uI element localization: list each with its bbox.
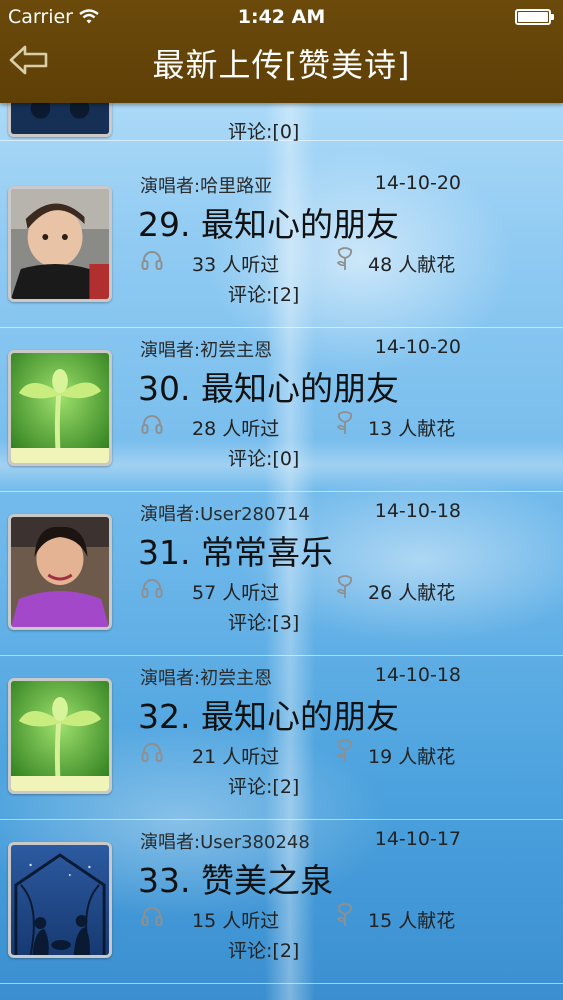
song-title[interactable]: 29. 最知心的朋友 [138,198,399,246]
song-title[interactable]: 33. 赞美之泉 [138,854,333,902]
headphones-icon [141,579,163,598]
list-item[interactable]: 演唱者:初尝主恩 14-10-20 30. 最知心的朋友 28 人听过 13 人… [0,328,563,492]
singer-name: 演唱者:User280714 [140,504,310,525]
list-item[interactable]: 演唱者:哈里路亚 14-10-20 29. 最知心的朋友 33 人听过 48 人… [0,164,563,328]
comment-count[interactable]: 评论:[2] [228,936,299,963]
rose-icon [336,575,353,598]
upload-date: 14-10-17 [374,828,461,850]
upload-date: 14-10-18 [374,500,461,522]
headphones-icon [141,743,163,762]
upload-date: 14-10-20 [374,336,461,358]
battery-icon [515,9,554,25]
headphones-icon [141,415,163,434]
singer-name: 演唱者:哈里路亚 [140,176,273,197]
flower-count[interactable]: 48 人献花 [368,250,455,277]
list-item[interactable]: 演唱者:User280714 14-10-18 31. 常常喜乐 57 人听过 … [0,492,563,656]
song-thumbnail [8,350,112,466]
page-title: 最新上传[赞美诗] [152,46,411,84]
flower-count[interactable]: 26 人献花 [368,578,455,605]
comment-count[interactable]: 评论:[2] [228,280,299,307]
song-list[interactable]: 评论:[0] 演唱者:哈里路亚 14-10-20 29. 最知心的朋友 33 人… [0,0,563,1000]
song-title[interactable]: 31. 常常喜乐 [138,526,333,574]
listen-count: 57 人听过 [192,582,280,604]
song-title[interactable]: 32. 最知心的朋友 [138,690,399,738]
rose-icon [336,247,353,270]
flower-count[interactable]: 19 人献花 [368,742,455,769]
flower-count[interactable]: 13 人献花 [368,414,455,441]
status-bar: Carrier 1:42 AM [0,0,563,34]
list-item[interactable]: 演唱者:User380248 14-10-17 33. 赞美之泉 15 人听过 … [0,820,563,984]
status-time: 1:42 AM [237,6,326,28]
comment-count[interactable]: 评论:[0] [228,117,299,144]
rose-icon [336,739,353,762]
upload-date: 14-10-18 [374,664,461,686]
singer-name: 演唱者:User380248 [140,832,310,853]
listen-count: 21 人听过 [192,746,280,768]
navigation-bar: 最新上传[赞美诗] [0,34,563,103]
singer-name: 演唱者:初尝主恩 [140,340,273,361]
rose-icon [336,903,353,926]
comment-count[interactable]: 评论:[2] [228,772,299,799]
listen-count: 33 人听过 [192,254,280,276]
song-thumbnail [8,186,112,302]
rose-icon [336,411,353,434]
list-item[interactable]: 演唱者:初尝主恩 14-10-18 32. 最知心的朋友 21 人听过 19 人… [0,656,563,820]
headphones-icon [141,251,163,270]
singer-name: 演唱者:初尝主恩 [140,668,273,689]
listen-count: 15 人听过 [192,910,280,932]
song-title[interactable]: 30. 最知心的朋友 [138,362,399,410]
song-thumbnail [8,678,112,794]
listen-count: 28 人听过 [192,418,280,440]
comment-count[interactable]: 评论:[3] [228,608,299,635]
battery-level [518,12,548,22]
comment-count[interactable]: 评论:[0] [228,444,299,471]
flower-count[interactable]: 15 人献花 [368,906,455,933]
song-thumbnail [8,514,112,630]
upload-date: 14-10-20 [374,172,461,194]
top-bar: Carrier 1:42 AM 最新上传[赞美诗] [0,0,563,103]
song-thumbnail [8,842,112,958]
headphones-icon [141,907,163,926]
